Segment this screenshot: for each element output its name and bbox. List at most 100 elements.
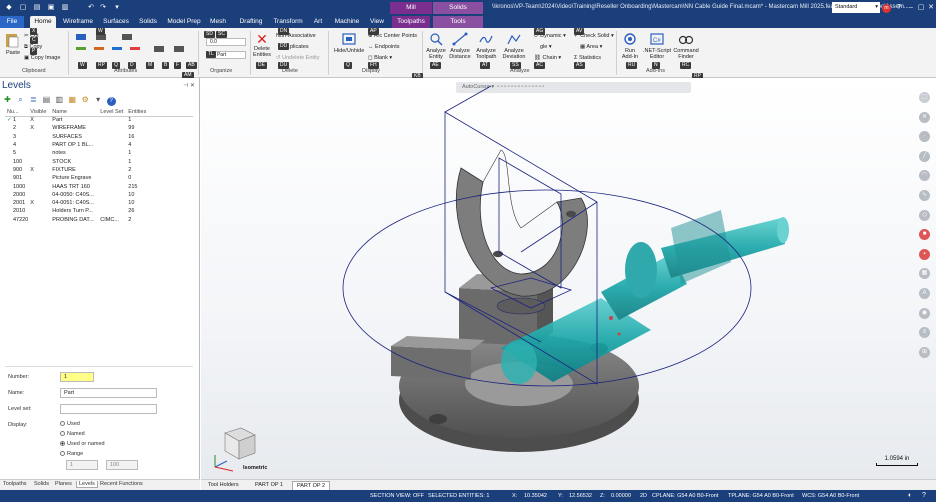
table-row[interactable]: ✓1 X Part 1 <box>5 116 193 124</box>
angle-button[interactable]: gle ▾ <box>540 44 552 50</box>
undo-icon[interactable]: ↶ <box>86 3 96 13</box>
mask-close-icon[interactable]: ✕ <box>919 111 930 123</box>
context-tab-mill[interactable]: Mill <box>390 2 432 14</box>
mastercam-badge-icon[interactable]: m <box>882 4 891 13</box>
solid-color-icon[interactable] <box>112 47 122 50</box>
command-finder-button[interactable]: Command Finder <box>672 32 700 60</box>
net-script-editor-button[interactable]: C# .NET-Script Editor <box>642 32 672 60</box>
tab-solids-manager[interactable]: Solids <box>34 481 49 487</box>
mask-spline-icon[interactable]: ∿ <box>919 189 930 201</box>
table-row[interactable]: 901 Picture Engrave 0 <box>5 174 193 182</box>
help-status-icon[interactable]: ? <box>922 490 926 502</box>
paste-button[interactable]: Paste <box>4 32 22 56</box>
display-mode-icon[interactable]: ◐ <box>908 490 912 502</box>
point-style-icon[interactable] <box>76 34 86 40</box>
tab-toolpaths[interactable]: Toolpaths <box>392 16 430 28</box>
tab-view[interactable]: View <box>367 16 387 28</box>
level-visible-cell[interactable] <box>28 141 50 149</box>
radio-used[interactable]: Used <box>60 421 80 427</box>
tab-part-op-2[interactable]: PART OP 2 <box>292 481 331 490</box>
hidden-levels-icon[interactable]: ▥ <box>55 95 64 104</box>
level-visible-cell[interactable] <box>28 149 50 157</box>
chain-button[interactable]: ⛓ Chain ▾ <box>534 55 561 61</box>
tab-levels-manager[interactable]: Levels <box>76 481 98 488</box>
mask-level-icon[interactable]: ≡ <box>919 327 930 339</box>
radio-used-or-named[interactable]: Used or named <box>60 441 105 447</box>
tab-recent-functions[interactable]: Recent Functions <box>100 481 143 487</box>
mask-line-icon[interactable]: ╱ <box>919 150 930 162</box>
mask-group-icon[interactable]: ⊞ <box>919 346 930 358</box>
help-icon[interactable]: ? <box>894 3 904 13</box>
table-row[interactable]: 900 X FIXTURE 2 <box>5 166 193 174</box>
line-width-icon[interactable] <box>122 34 132 40</box>
customize-dropdown-icon[interactable]: ▾ <box>112 3 122 13</box>
level-visible-cell[interactable] <box>28 191 50 199</box>
analyze-distance-button[interactable]: Analyze Distance <box>448 32 472 60</box>
mask-point-icon[interactable]: ∙ <box>919 131 930 143</box>
tab-mesh[interactable]: Mesh <box>206 16 230 28</box>
model-scene[interactable] <box>201 78 936 479</box>
tab-art[interactable]: Art <box>310 16 326 28</box>
tab-drafting[interactable]: Drafting <box>236 16 266 28</box>
tab-solids[interactable]: Solids <box>136 16 160 28</box>
level-visible-cell[interactable] <box>28 182 50 190</box>
mask-all-icon[interactable]: ⬚ <box>919 92 930 103</box>
help-circle-icon[interactable]: ? <box>106 97 116 106</box>
table-row[interactable]: 1000 HAAS TRT 160 215 <box>5 182 193 190</box>
mask-mesh-icon[interactable]: ▦ <box>919 268 930 280</box>
level-visible-cell[interactable] <box>28 174 50 182</box>
table-row[interactable]: 4 PART OP 1 BL... 4 <box>5 141 193 149</box>
name-field[interactable]: Part <box>60 388 157 398</box>
statistics-button[interactable]: Σ Statistics <box>574 55 601 61</box>
range-from-field[interactable]: 1 <box>66 460 98 470</box>
col-entities[interactable]: Entities <box>126 108 193 117</box>
tplane-status[interactable]: TPLANE: G54 A0 B0-Front <box>728 490 794 502</box>
mask-solid-face-icon[interactable]: ▪ <box>919 248 930 260</box>
settings-gear-icon[interactable]: ⚙ <box>81 95 90 104</box>
y-coord-value[interactable]: 12.56532 <box>569 490 592 502</box>
tab-machine[interactable]: Machine <box>333 16 361 28</box>
section-view-status[interactable]: SECTION VIEW: OFF <box>370 490 424 502</box>
layers-icon[interactable]: ≣ <box>29 95 38 104</box>
level-visible-cell[interactable] <box>28 133 50 141</box>
maximize-icon[interactable]: ▢ <box>916 3 926 13</box>
col-number[interactable]: Nu... <box>5 108 29 117</box>
delete-entities-button[interactable]: ✕ Delete Entities <box>252 32 272 58</box>
pin-icon[interactable]: ⊣ <box>183 83 188 89</box>
level-visible-cell[interactable] <box>28 207 50 215</box>
dropdown-arrow-icon[interactable]: ▾ <box>94 95 103 104</box>
analyze-entity-button[interactable]: Analyze Entity <box>424 32 448 60</box>
table-row[interactable]: 100 STOCK 1 <box>5 157 193 165</box>
table-row[interactable]: 47220 PROBING DAT... CIMC... 2 <box>5 216 193 224</box>
tab-tools[interactable]: Tools <box>433 16 483 28</box>
level-visible-cell[interactable]: X <box>28 116 50 124</box>
mask-solid-icon[interactable]: ■ <box>919 229 930 241</box>
tab-planes-manager[interactable]: Planes <box>55 481 72 487</box>
material-color-icon[interactable] <box>130 47 140 50</box>
tab-tool-holders[interactable]: Tool Holders <box>204 481 243 490</box>
find-level-icon[interactable]: ⌕ <box>16 95 25 104</box>
surface-color-icon[interactable] <box>94 47 104 50</box>
redo-icon[interactable]: ↷ <box>98 3 108 13</box>
cplane-status[interactable]: CPLANE: G54 A0 B0-Front <box>652 490 718 502</box>
col-visible[interactable]: Visible <box>28 108 51 117</box>
print-icon[interactable]: ▥ <box>60 3 70 13</box>
radio-named[interactable]: Named <box>60 431 85 437</box>
save-icon[interactable]: ▣ <box>46 3 56 13</box>
table-row[interactable]: 5 notes 1 <box>5 149 193 157</box>
mask-arc-icon[interactable]: ◠ <box>919 170 930 182</box>
level-set-field[interactable] <box>60 404 157 414</box>
tab-home[interactable]: Home <box>30 16 56 28</box>
level-visible-cell[interactable]: X <box>28 166 50 174</box>
open-icon[interactable]: ▤ <box>32 3 42 13</box>
table-row[interactable]: 2000 04-0050: C40S... 10 <box>5 191 193 199</box>
table-row[interactable]: 2 X WIREFRAME 99 <box>5 124 193 132</box>
level-visible-cell[interactable]: X <box>28 199 50 207</box>
level-visible-cell[interactable] <box>28 216 50 224</box>
copy-image-button[interactable]: ▣ Copy Image <box>24 55 60 61</box>
radio-range[interactable]: Range <box>60 451 83 457</box>
close-icon[interactable]: ✕ <box>926 3 936 13</box>
tab-toolpaths-manager[interactable]: Toolpaths <box>3 481 27 487</box>
z-depth-field[interactable]: 0.0 <box>206 38 246 46</box>
mask-note-icon[interactable]: A <box>919 287 930 299</box>
